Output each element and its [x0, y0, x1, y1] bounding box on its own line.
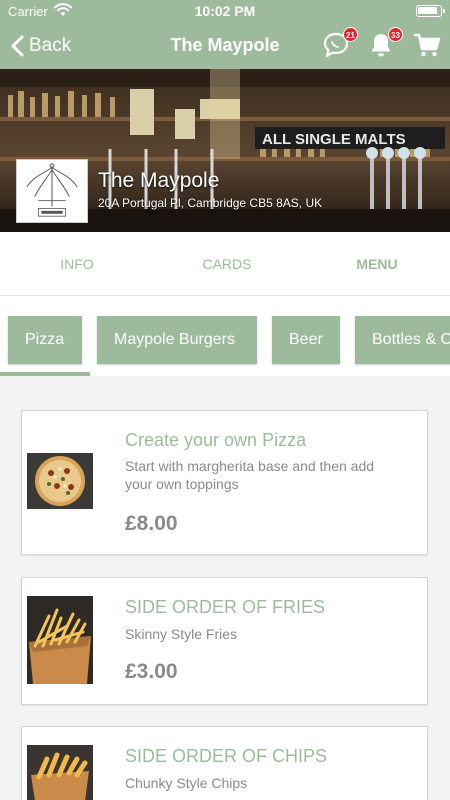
bell-badge: 33	[388, 27, 403, 42]
cart-button[interactable]	[413, 31, 443, 59]
svg-text:ALL SINGLE MALTS: ALL SINGLE MALTS	[262, 131, 406, 148]
status-bar: Carrier 10:02 PM	[0, 0, 450, 22]
venue-logo	[16, 159, 88, 223]
menu-item-title: SIDE ORDER OF CHIPS	[125, 746, 328, 766]
battery-icon	[416, 5, 445, 17]
menu-item-title: SIDE ORDER OF FRIES	[125, 597, 326, 617]
notifications-button[interactable]: 33	[367, 27, 403, 59]
menu-item-title: Create your own Pizza	[125, 430, 307, 450]
menu-item[interactable]: SIDE ORDER OF CHIPS Chunky Style Chips	[21, 726, 428, 800]
cart-icon	[413, 33, 441, 57]
category-bar: Pizza Maypole Burgers Beer Bottles & Can…	[0, 296, 450, 376]
menu-item-description: Skinny Style Fries	[125, 626, 238, 642]
chat-button[interactable]: 21	[322, 27, 358, 59]
tab-bar: INFO CARDS MENU	[0, 232, 450, 296]
menu-item-description: Chunky Style Chips	[125, 775, 248, 791]
category-chip-pizza[interactable]: Pizza	[8, 316, 82, 364]
nav-bar: Back The Maypole 21 33	[0, 22, 450, 69]
menu-item-list[interactable]: Create your own Pizza Start with margher…	[0, 376, 450, 800]
clock: 10:02 PM	[194, 3, 256, 19]
category-chip-bottles-and-cans[interactable]: Bottles & Cans	[355, 316, 450, 364]
category-chip-beer[interactable]: Beer	[272, 316, 340, 364]
venue-name: The Maypole	[98, 169, 220, 192]
fries-image	[27, 596, 93, 684]
tab-menu[interactable]: MENU	[302, 256, 450, 272]
menu-item-price: £8.00	[125, 512, 178, 535]
menu-item[interactable]: SIDE ORDER OF FRIES Skinny Style Fries £…	[21, 577, 428, 705]
category-chip-maypole-burgers[interactable]: Maypole Burgers	[97, 316, 257, 364]
tab-info[interactable]: INFO	[2, 256, 152, 272]
menu-item-price: £3.00	[125, 660, 178, 683]
chat-badge: 21	[343, 27, 358, 42]
menu-item[interactable]: Create your own Pizza Start with margher…	[21, 410, 428, 555]
menu-item-description: Start with margherita base and then add …	[125, 458, 375, 492]
pizza-image	[27, 453, 93, 509]
chips-image	[27, 745, 93, 800]
venue-hero: ALL SINGLE MALTS The Maypole 20A Portuga…	[0, 69, 450, 232]
maypole-logo-icon	[26, 163, 78, 217]
venue-address: 20A Portugal Pl, Cambridge CB5 8AS, UK	[98, 196, 323, 210]
tab-cards[interactable]: CARDS	[152, 256, 302, 272]
